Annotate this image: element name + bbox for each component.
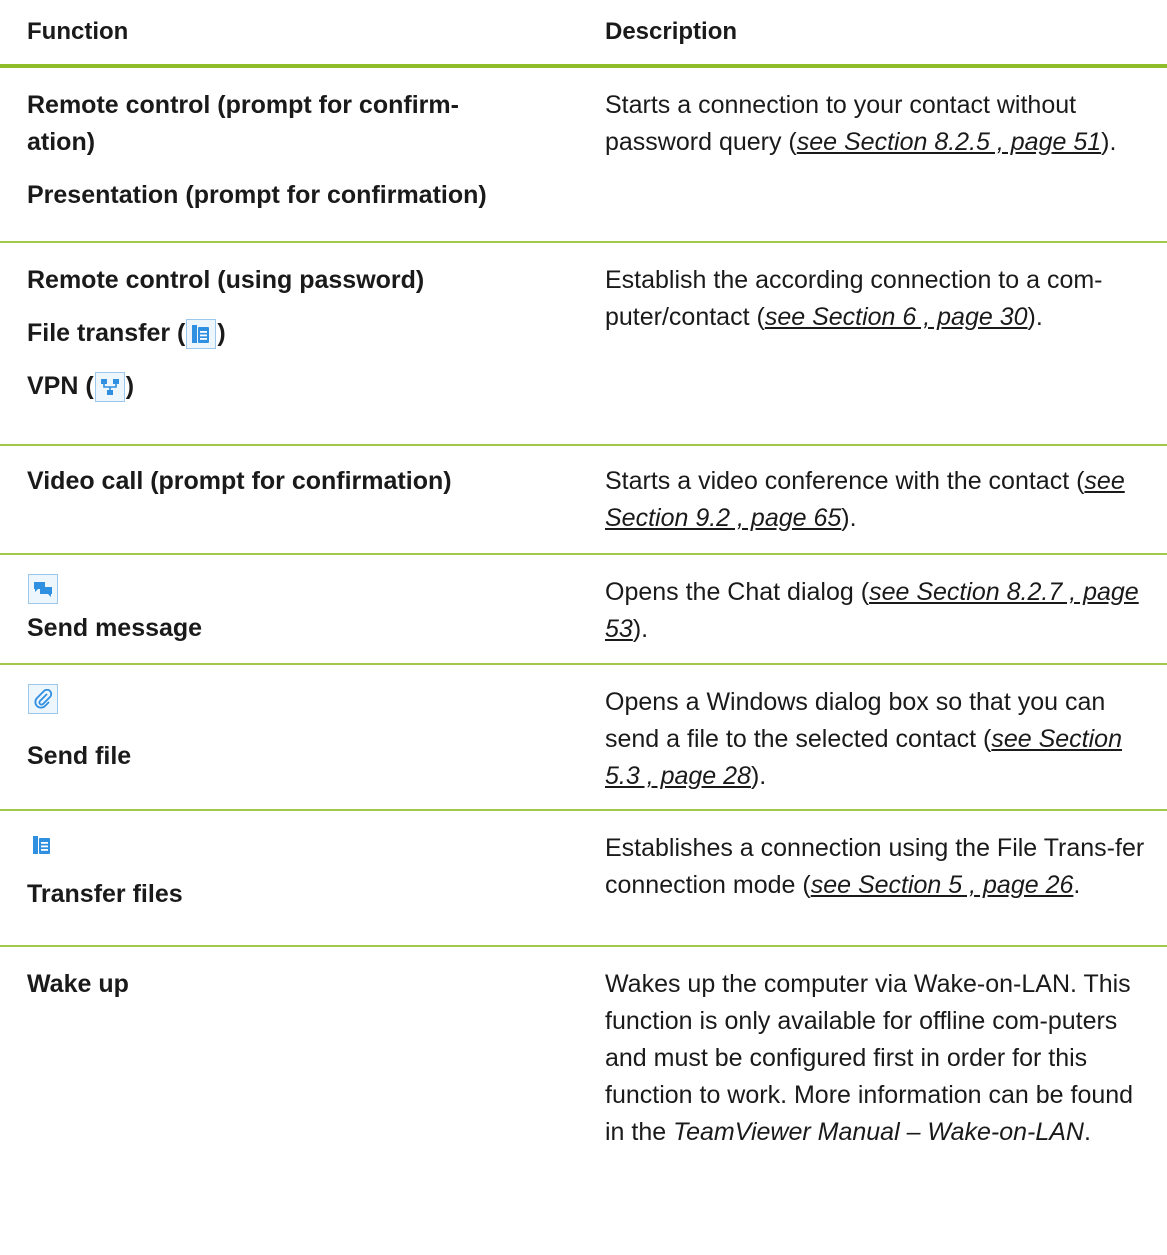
function-label: Remote control (using password) bbox=[27, 266, 425, 294]
functions-table: Function Description Remote control (pro… bbox=[0, 0, 1167, 1247]
description: Starts a video conference with the conta… bbox=[605, 467, 1125, 532]
description: Wakes up the computer via Wake-on-LAN. T… bbox=[605, 970, 1134, 1146]
table-row: Transfer files Establishes a connection … bbox=[0, 811, 1167, 947]
header-function: Function bbox=[27, 18, 129, 45]
table-header: Function Description bbox=[0, 0, 1167, 68]
description: Starts a connection to your contact with… bbox=[605, 91, 1117, 156]
table-row: Wake up Wakes up the computer via Wake-o… bbox=[0, 947, 1167, 1247]
vpn-network-icon bbox=[94, 372, 125, 403]
manual-reference: TeamViewer Manual – Wake-on-LAN bbox=[673, 1118, 1084, 1146]
function-label-vpn: VPN () bbox=[27, 368, 580, 405]
function-label: Wake up bbox=[27, 970, 129, 998]
header-description: Description bbox=[605, 18, 738, 45]
paperclip-icon bbox=[28, 684, 58, 714]
section-link[interactable]: see Section 6 , page 30 bbox=[765, 303, 1028, 331]
function-label: Send message bbox=[27, 614, 203, 642]
table-row: Remote control (prompt for confirm- atio… bbox=[0, 68, 1167, 243]
file-transfer-icon bbox=[186, 319, 217, 350]
function-label: Presentation (prompt for confirmation) bbox=[27, 181, 487, 209]
file-transfer-icon bbox=[27, 830, 57, 860]
section-link[interactable]: see Section 5 , page 26 bbox=[811, 871, 1074, 899]
description: Opens the Chat dialog (see Section 8.2.7… bbox=[605, 578, 1139, 643]
function-label: Video call (prompt for confirmation) bbox=[27, 467, 452, 495]
section-link[interactable]: see Section 8.2.5 , page 51 bbox=[797, 128, 1101, 156]
function-label: Send file bbox=[27, 742, 132, 770]
table-row: Remote control (using password) File tra… bbox=[0, 243, 1167, 446]
function-label-file-transfer: File transfer () bbox=[27, 315, 580, 352]
table-row: Send file Opens a Windows dialog box so … bbox=[0, 665, 1167, 811]
description: Opens a Windows dialog box so that you c… bbox=[605, 688, 1122, 790]
function-label: Transfer files bbox=[27, 880, 183, 908]
function-label: Remote control (prompt for confirm- bbox=[27, 91, 459, 119]
function-label: ation) bbox=[27, 128, 96, 156]
table-row: Video call (prompt for confirmation) Sta… bbox=[0, 446, 1167, 555]
description: Establish the according connection to a … bbox=[605, 266, 1103, 331]
description: Establishes a connection using the File … bbox=[605, 834, 1145, 899]
chat-icon bbox=[28, 574, 58, 604]
table-row: Send message Opens the Chat dialog (see … bbox=[0, 555, 1167, 665]
